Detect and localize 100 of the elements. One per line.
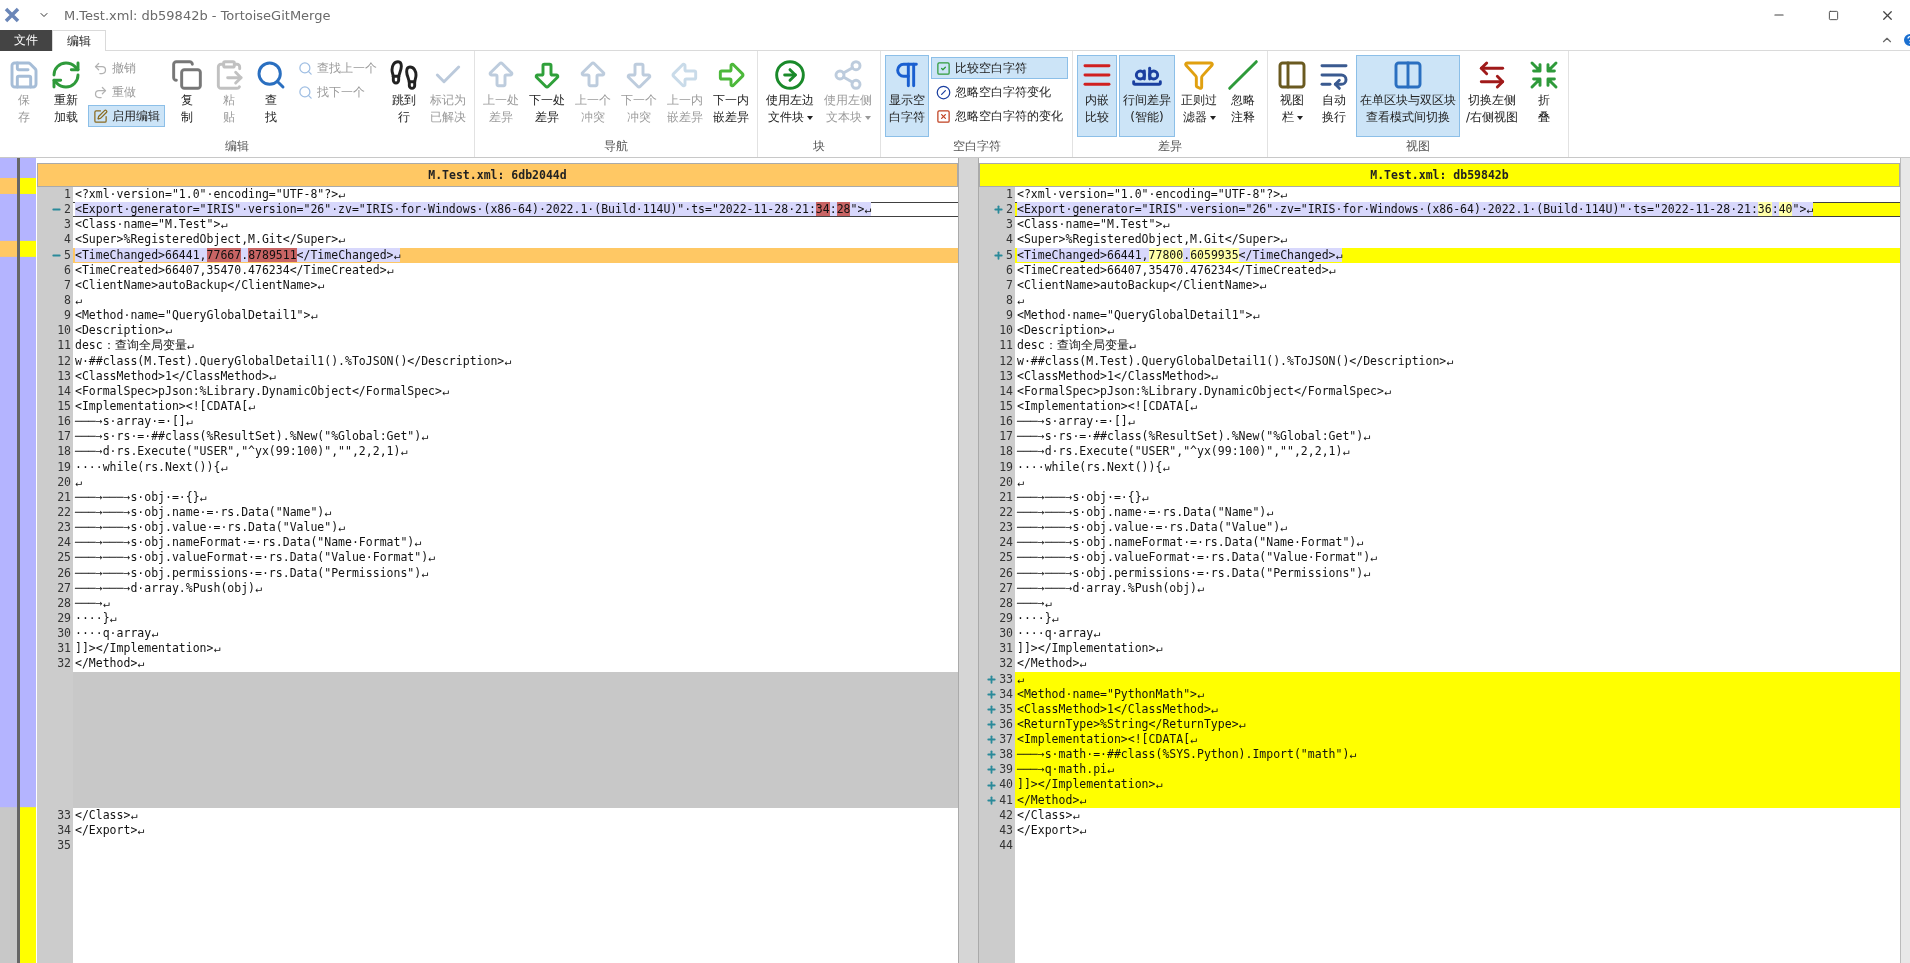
plus-icon bbox=[993, 204, 1005, 216]
ribbon-button[interactable]: 忽略 注释 bbox=[1223, 55, 1263, 137]
line-number: 3 bbox=[64, 217, 71, 233]
ribbon-button[interactable]: 内嵌 比较 bbox=[1077, 55, 1117, 137]
line-number: 44 bbox=[999, 838, 1013, 854]
line-number: 6 bbox=[1006, 262, 1013, 278]
code-text: : bbox=[1771, 202, 1779, 217]
plus-icon bbox=[986, 794, 998, 806]
maximize-icon[interactable] bbox=[1827, 9, 1839, 21]
line-number: 9 bbox=[1006, 308, 1013, 324]
line-number: 5 bbox=[1006, 247, 1013, 263]
group-title: 块 bbox=[812, 138, 826, 155]
group-title: 编辑 bbox=[224, 138, 250, 155]
group-title: 空白字符 bbox=[951, 138, 1002, 155]
scroll-bar[interactable] bbox=[958, 158, 979, 963]
ribbon-button[interactable]: 复 制 bbox=[167, 55, 207, 137]
line-number: 6 bbox=[64, 262, 71, 278]
ribbon-button[interactable]: 折 叠 bbox=[1524, 55, 1565, 137]
plus-icon bbox=[986, 703, 998, 715]
ribbon-button[interactable]: 下一处 差异 bbox=[525, 55, 569, 137]
ribbon-button[interactable]: 查 找 bbox=[251, 55, 291, 137]
line-number: 34 bbox=[57, 822, 71, 839]
line-number: 5 bbox=[64, 247, 71, 263]
ribbon-button[interactable]: 视图 栏 bbox=[1272, 55, 1312, 137]
line-number: 33 bbox=[57, 807, 71, 823]
code-text: : bbox=[829, 202, 837, 217]
line-number: 31 bbox=[999, 641, 1013, 657]
line-number: 12 bbox=[999, 353, 1013, 369]
line-number: 7 bbox=[64, 277, 71, 293]
line-number: 38 bbox=[999, 747, 1013, 763]
scroll-bar[interactable] bbox=[1900, 158, 1910, 963]
line-number: 29 bbox=[57, 610, 71, 627]
line-number: 13 bbox=[999, 368, 1013, 384]
line-number: 13 bbox=[57, 368, 71, 384]
line-number: 41 bbox=[999, 792, 1013, 808]
line-number: 14 bbox=[57, 383, 71, 399]
ribbon-button[interactable]: 在单区块与双区块 查看模式间切换 bbox=[1356, 55, 1460, 137]
code-text: <Export·generator="IRIS"·version="26"·zv="IRIS·for·Windows·(x86-64)·2022.1·(Build·114U)"·ts="2022-11-28·21: bbox=[1017, 202, 1758, 217]
line-number: 18 bbox=[57, 444, 71, 460]
line-number: 30 bbox=[57, 626, 71, 642]
search-icon bbox=[298, 60, 313, 76]
funnel-icon bbox=[1183, 59, 1215, 91]
redo-icon bbox=[93, 84, 108, 100]
group-title: 导航 bbox=[603, 138, 629, 155]
ribbon-button[interactable]: 切换左侧 /右侧视图 bbox=[1462, 55, 1523, 137]
line-number: 27 bbox=[57, 580, 71, 596]
line-number: 22 bbox=[57, 504, 71, 521]
line-number: 1 bbox=[1006, 187, 1013, 203]
line-number: 9 bbox=[64, 308, 71, 324]
line-number: 25 bbox=[57, 550, 71, 566]
line-number: 26 bbox=[999, 565, 1013, 581]
line-number: 14 bbox=[999, 383, 1013, 399]
line-number: 4 bbox=[1006, 232, 1013, 248]
group-title: 视图 bbox=[1405, 138, 1431, 155]
line-number: 23 bbox=[999, 520, 1013, 536]
code-text: . bbox=[1183, 247, 1191, 262]
line-number: 32 bbox=[999, 656, 1013, 672]
search-icon bbox=[255, 59, 287, 91]
code-text: <Export·generator="IRIS"·version="26"·zv="IRIS·for·Windows·(x86-64)·2022.1·(Build·114U)"·ts="2022-11-28·21: bbox=[75, 202, 816, 217]
line-number: 27 bbox=[999, 580, 1013, 596]
ribbon-button[interactable]: 跳到 行 bbox=[384, 55, 424, 137]
undo-icon bbox=[93, 60, 108, 76]
ribbon-tab[interactable]: 编辑 bbox=[52, 30, 106, 51]
ribbon-button[interactable]: 下一内 嵌差异 bbox=[709, 55, 753, 137]
line-number: 20 bbox=[999, 474, 1013, 490]
line-number: 19 bbox=[57, 459, 71, 475]
line-number: 7 bbox=[1006, 277, 1013, 293]
line-number: 42 bbox=[999, 807, 1013, 823]
line-number: 28 bbox=[57, 595, 71, 611]
line-number: 17 bbox=[57, 429, 71, 445]
pane-header: M.Test.xml: db59842b bbox=[979, 163, 1900, 187]
ribbon-button[interactable]: 正则过 滤器 bbox=[1177, 55, 1221, 137]
nodes-icon bbox=[832, 59, 864, 91]
line-number: 2 bbox=[64, 202, 71, 218]
circle-slash-icon bbox=[936, 84, 951, 100]
ribbon-button[interactable]: 使用左边 文件块 bbox=[762, 55, 818, 137]
ribbon-button[interactable]: 比较空白字符 bbox=[931, 57, 1068, 79]
line-number: 24 bbox=[57, 535, 71, 551]
line-number: 10 bbox=[57, 323, 71, 339]
cross-icon bbox=[936, 108, 951, 124]
plus-icon bbox=[993, 249, 1005, 261]
line-number: 16 bbox=[57, 414, 71, 430]
ribbon-button[interactable]: 行间差异 (智能) bbox=[1119, 55, 1175, 137]
ribbon-button[interactable]: 忽略空白字符变化 bbox=[931, 81, 1068, 103]
line-number: 11 bbox=[57, 338, 71, 354]
line-number: 39 bbox=[999, 762, 1013, 778]
line-number: 8 bbox=[1006, 293, 1013, 309]
ribbon-button[interactable]: 启用编辑 bbox=[88, 105, 165, 127]
ribbon-button[interactable]: 重新 加载 bbox=[46, 55, 86, 137]
line-number: 26 bbox=[57, 565, 71, 581]
ribbon-tab[interactable]: 文件 bbox=[0, 30, 52, 51]
line-number: 17 bbox=[999, 429, 1013, 445]
ribbon-button[interactable]: 自动 换行 bbox=[1314, 55, 1354, 137]
search-icon bbox=[298, 84, 313, 100]
ribbon-button[interactable]: 显示空 白字符 bbox=[885, 55, 929, 137]
ribbon-button[interactable]: 忽略空白字符的变化 bbox=[931, 105, 1068, 127]
line-number: 24 bbox=[999, 535, 1013, 551]
line-number: 35 bbox=[57, 838, 71, 854]
line-number: 40 bbox=[999, 777, 1013, 793]
checkbox-icon bbox=[936, 60, 951, 76]
